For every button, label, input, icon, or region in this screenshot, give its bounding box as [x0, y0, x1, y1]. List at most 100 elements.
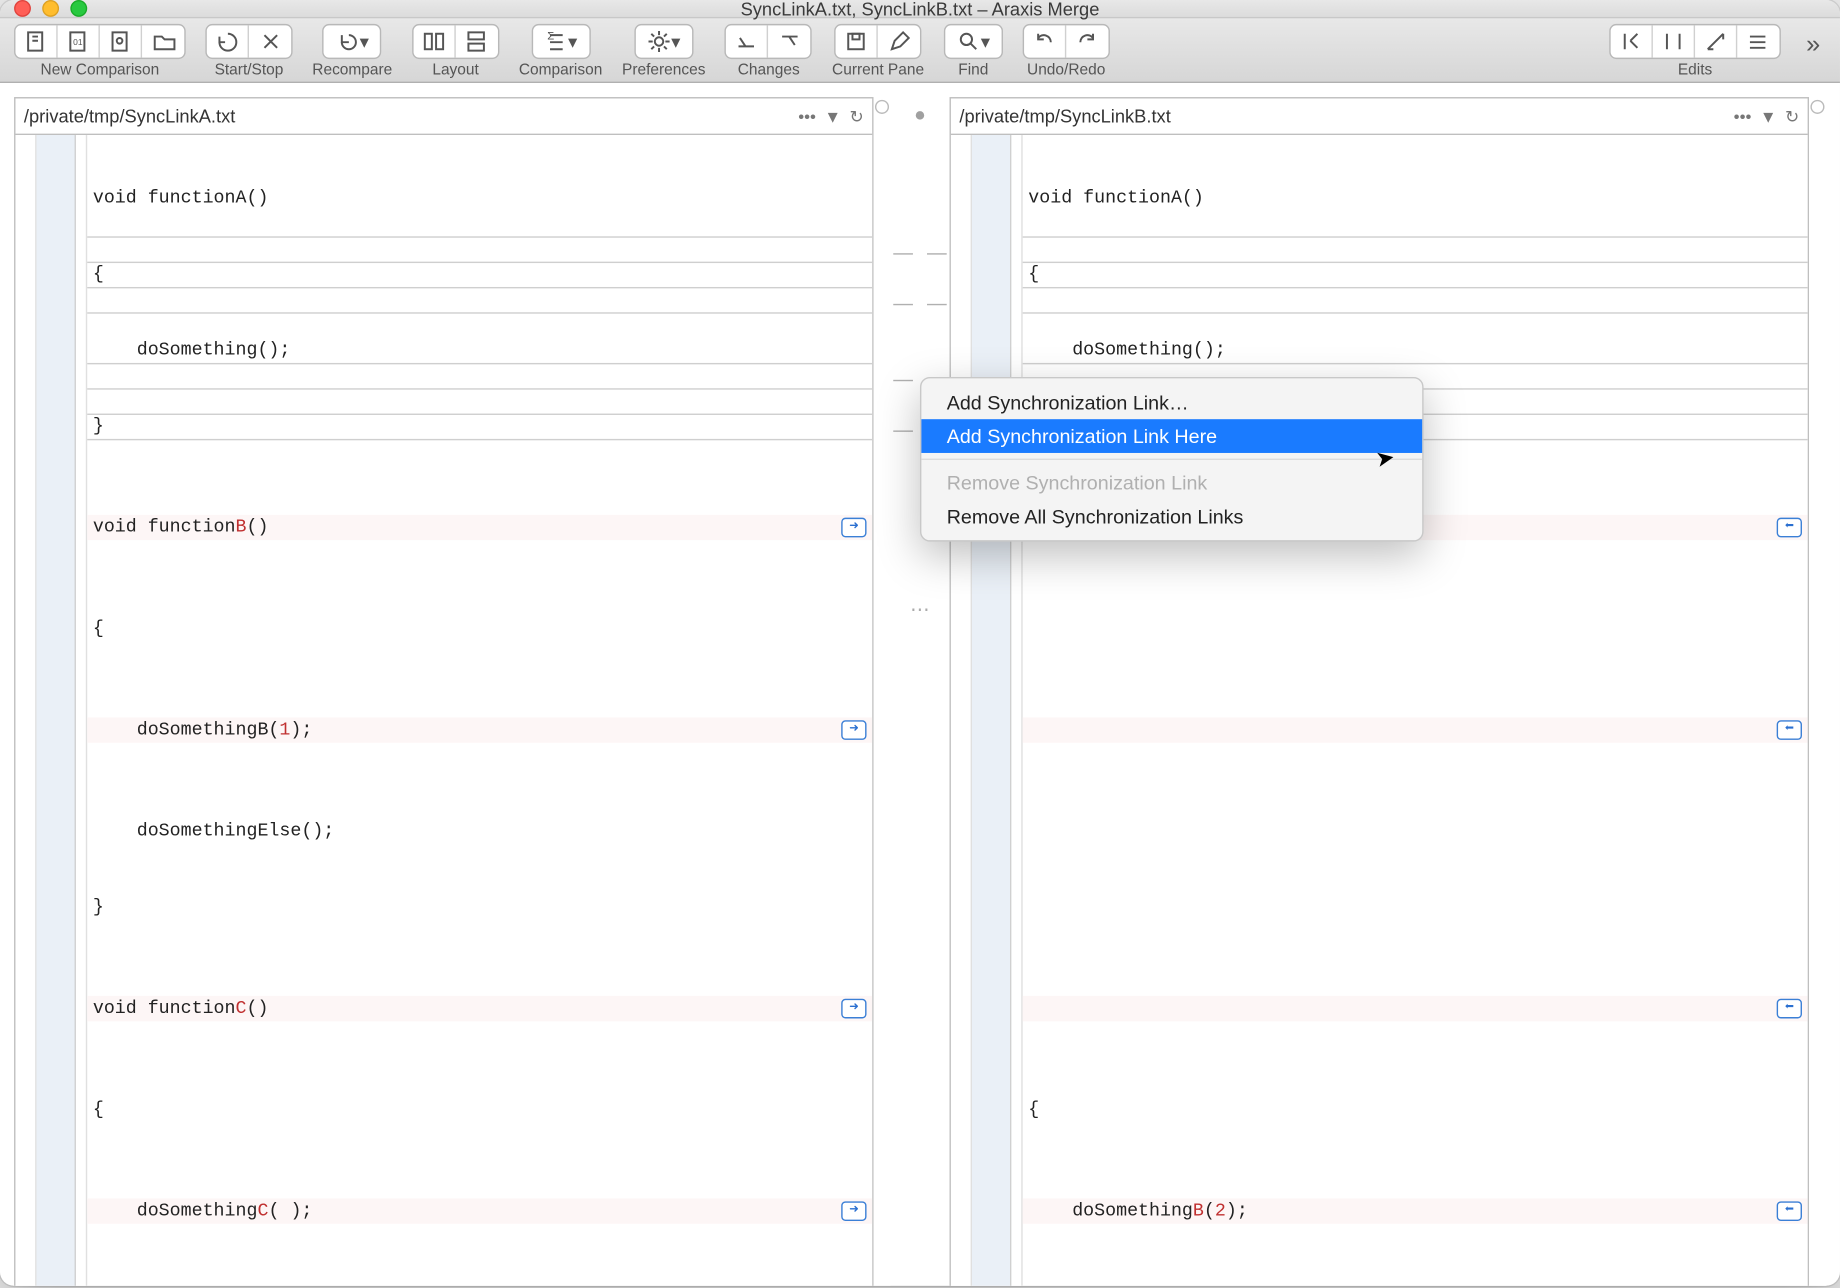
toolbar-group-changes: Changes [725, 24, 812, 79]
stop-button[interactable] [249, 25, 291, 57]
toolbar-group-undo-redo: Undo/Redo [1023, 24, 1110, 79]
titlebar: SyncLinkA.txt, SyncLinkB.txt – Araxis Me… [0, 0, 1840, 18]
right-file-path: /private/tmp/SyncLinkB.txt [959, 106, 1725, 127]
history-icon[interactable]: ↻ [850, 106, 864, 126]
history-icon[interactable]: ↻ [1785, 106, 1799, 126]
menu-separator [921, 459, 1422, 460]
code-line[interactable]: doSomethingB(1);➜ [87, 717, 872, 742]
right-overview-track[interactable] [1809, 97, 1826, 1286]
left-diff-gutter [37, 135, 76, 1286]
toolbar-label: Preferences [622, 62, 705, 79]
code-line[interactable]: void functionA() [87, 186, 872, 211]
code-line[interactable]: doSomething(); [1023, 338, 1808, 363]
toolbar-label: Undo/Redo [1027, 62, 1105, 79]
code-line[interactable]: ⬅ [1023, 717, 1808, 742]
left-code-body[interactable]: ▲▼ void functionA() { doSomething(); } v… [15, 135, 872, 1286]
merge-left-icon[interactable]: ⬅ [1777, 720, 1802, 740]
svg-text:01: 01 [73, 37, 83, 47]
code-line[interactable] [1023, 616, 1808, 641]
merge-left-icon[interactable]: ⬅ [1777, 999, 1802, 1019]
right-marker-gutter [1011, 135, 1022, 1286]
edit-2-button[interactable] [1653, 25, 1695, 57]
comparison-button[interactable]: Σ▾ [532, 25, 588, 57]
edit-3-button[interactable] [1695, 25, 1737, 57]
next-change-button[interactable] [769, 25, 811, 57]
app-window: SyncLinkA.txt, SyncLinkB.txt – Araxis Me… [0, 0, 1840, 1286]
code-line[interactable]: } [87, 414, 872, 439]
new-image-comparison-button[interactable] [100, 25, 142, 57]
chevron-down-icon[interactable]: ▼ [824, 106, 841, 126]
merge-right-icon[interactable]: ➜ [841, 1201, 866, 1221]
code-line[interactable]: } [87, 895, 872, 920]
merge-right-icon[interactable]: ➜ [841, 720, 866, 740]
save-button[interactable] [836, 25, 878, 57]
toolbar-group-new-comparison: 01 New Comparison [14, 24, 186, 79]
merge-right-icon[interactable]: ➜ [841, 999, 866, 1019]
menu-item-add-sync-link-here[interactable]: Add Synchronization Link Here [921, 419, 1422, 453]
edit-button[interactable] [878, 25, 920, 57]
code-line[interactable]: doSomething(); [87, 338, 872, 363]
left-overview-track[interactable] [874, 97, 891, 1286]
right-pane: /private/tmp/SyncLinkB.txt ••• ▼ ↻ void … [950, 97, 1809, 1286]
preferences-button[interactable]: ▾ [636, 25, 692, 57]
right-code[interactable]: void functionA() { doSomething(); } ⬅ ⬅ … [1023, 135, 1808, 1286]
chevron-down-icon[interactable]: ▼ [1760, 106, 1777, 126]
code-line[interactable]: { [87, 616, 872, 641]
edit-1-button[interactable] [1611, 25, 1653, 57]
layout-vertical-button[interactable] [456, 25, 498, 57]
edit-4-button[interactable] [1737, 25, 1779, 57]
content-area: /private/tmp/SyncLinkA.txt ••• ▼ ↻ ▲▼ vo… [0, 83, 1840, 1286]
left-code[interactable]: void functionA() { doSomething(); } void… [87, 135, 872, 1286]
center-ellipsis-icon: ⋯ [910, 598, 930, 622]
right-code-body[interactable]: void functionA() { doSomething(); } ⬅ ⬅ … [951, 135, 1808, 1286]
recompare-button[interactable]: ▾ [324, 25, 380, 57]
code-line[interactable]: void functionC()➜ [87, 996, 872, 1021]
find-button[interactable]: ▾ [945, 25, 1001, 57]
code-line[interactable]: doSomethingC( );➜ [87, 1199, 872, 1224]
prev-change-button[interactable] [727, 25, 769, 57]
toolbar-label: Current Pane [832, 62, 924, 79]
merge-left-icon[interactable]: ⬅ [1777, 1201, 1802, 1221]
menu-item-remove-sync-link: Remove Synchronization Link [921, 466, 1422, 500]
code-line[interactable]: { [1023, 1097, 1808, 1122]
new-text-comparison-button[interactable] [15, 25, 57, 57]
right-pane-header: /private/tmp/SyncLinkB.txt ••• ▼ ↻ [951, 98, 1808, 135]
new-binary-comparison-button[interactable]: 01 [58, 25, 100, 57]
left-pane: /private/tmp/SyncLinkA.txt ••• ▼ ↻ ▲▼ vo… [14, 97, 873, 1286]
code-line[interactable]: { [87, 262, 872, 287]
toolbar-overflow-icon[interactable]: » [1801, 30, 1826, 60]
code-line[interactable]: void functionB()➜ [87, 515, 872, 540]
toolbar-label: Comparison [519, 62, 602, 79]
toolbar-group-current-pane: Current Pane [832, 24, 924, 79]
menu-item-add-sync-link[interactable]: Add Synchronization Link… [921, 385, 1422, 419]
layout-horizontal-button[interactable] [413, 25, 455, 57]
toolbar-label: Find [958, 62, 988, 79]
code-line[interactable]: void functionA() [1023, 186, 1808, 211]
code-line[interactable] [1023, 819, 1808, 844]
merge-left-icon[interactable]: ⬅ [1777, 518, 1802, 538]
left-pane-header: /private/tmp/SyncLinkA.txt ••• ▼ ↻ [15, 98, 872, 135]
code-line[interactable]: doSomethingElse(); [87, 819, 872, 844]
ellipsis-icon[interactable]: ••• [798, 106, 816, 126]
code-line[interactable]: doSomethingB(2);⬅ [1023, 1199, 1808, 1224]
menu-item-remove-all-sync-links[interactable]: Remove All Synchronization Links [921, 499, 1422, 533]
start-button[interactable] [207, 25, 249, 57]
track-dot-icon [875, 100, 889, 114]
redo-button[interactable] [1066, 25, 1108, 57]
toolbar-group-start-stop: Start/Stop [205, 24, 292, 79]
code-line[interactable]: { [87, 1097, 872, 1122]
code-line[interactable]: { [1023, 262, 1808, 287]
toolbar-group-preferences: ▾ Preferences [622, 24, 705, 79]
code-line[interactable] [1023, 895, 1808, 920]
code-line[interactable]: ⬅ [1023, 996, 1808, 1021]
svg-text:Σ: Σ [547, 30, 554, 42]
new-folder-comparison-button[interactable] [142, 25, 184, 57]
left-outer-gutter: ▲▼ [15, 135, 36, 1286]
link-lines [890, 134, 949, 1286]
undo-button[interactable] [1024, 25, 1066, 57]
toolbar-label: New Comparison [41, 62, 160, 79]
right-diff-gutter [972, 135, 1011, 1286]
left-marker-gutter [76, 135, 87, 1286]
merge-right-icon[interactable]: ➜ [841, 518, 866, 538]
ellipsis-icon[interactable]: ••• [1734, 106, 1752, 126]
